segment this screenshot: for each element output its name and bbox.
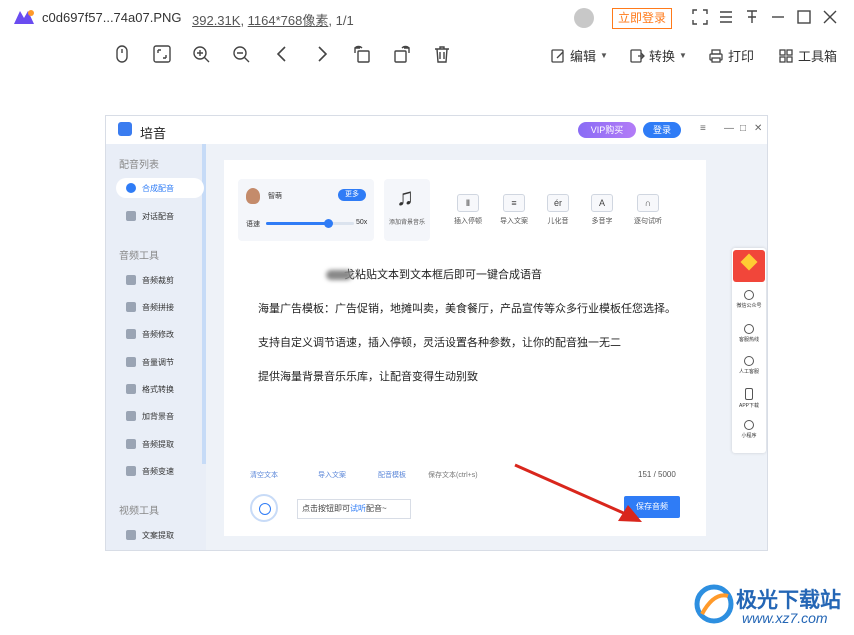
- watermark: 极光下载站 www.xz7.com: [692, 580, 852, 630]
- watermark-url: www.xz7.com: [742, 610, 828, 626]
- red-arrow-annotation: [514, 463, 642, 522]
- watermark-logo-icon: [694, 584, 734, 624]
